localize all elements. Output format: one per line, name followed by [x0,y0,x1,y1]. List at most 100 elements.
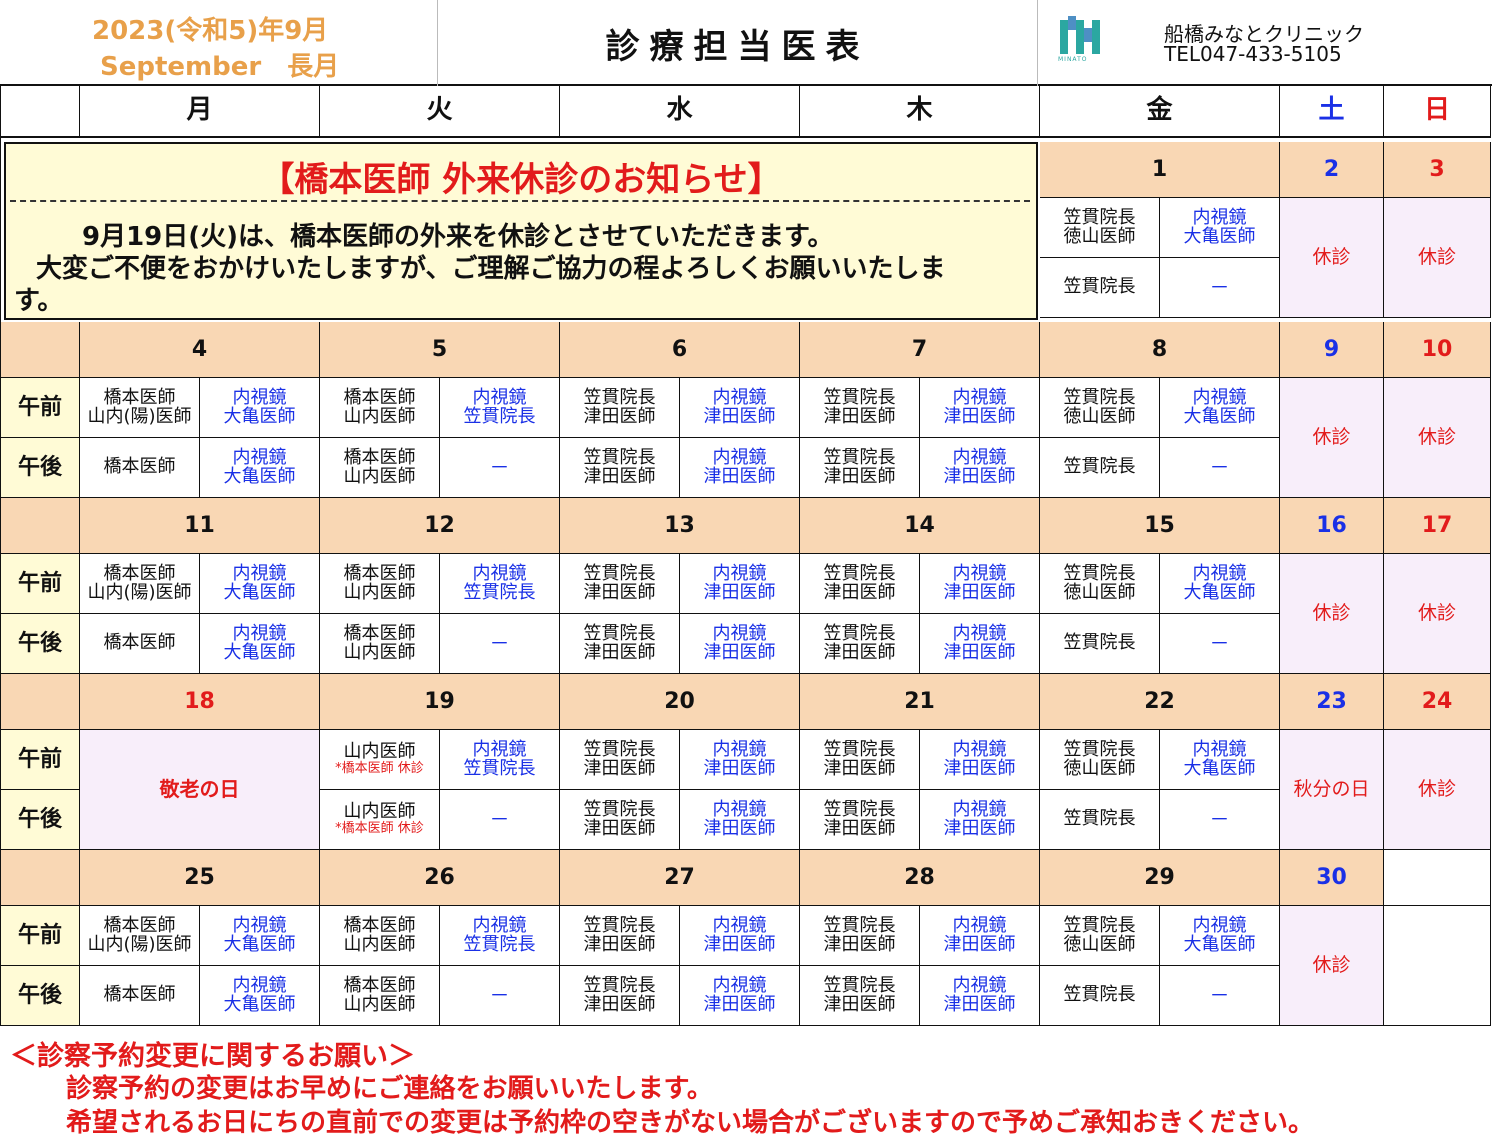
day-number-cell: 16 [1280,498,1384,554]
doctor-name-line: 笠貫院長 [583,386,656,408]
day-number: 21 [904,688,935,714]
doctor-name: 笠貫院長 [1063,276,1136,298]
day-number-cell: 20 [560,674,800,730]
notice-box: 【橋本医師 外来休診のお知らせ】 9月19日(火)は、橋本医師の外来を休診とさせ… [4,142,1038,320]
schedule-cell: 笠貫院長 [1040,438,1160,498]
schedule-cell: 笠貫院長 [1040,966,1160,1026]
schedule-cell: 橋本医師 山内医師 [320,554,440,614]
doctor-name-line: 津田医師 [583,465,656,487]
am-label-cell: 午前 [1,730,80,790]
doctor-name-line: 内視鏡 [232,622,287,644]
day-number: 8 [1151,336,1168,362]
doctor-name-line: 笠貫院長 [583,914,656,936]
week-corner-cell [1,674,80,730]
closed-cell: 休診 [1280,554,1384,674]
doctor-name-line: 津田医師 [823,817,896,839]
doctor-name-line: 大亀医師 [1183,405,1256,427]
day-number-cell: 21 [800,674,1040,730]
doctor-name-line: 内視鏡 [232,914,287,936]
doctor-name-lines: 内視鏡 津田医師 [704,448,776,487]
schedule-cell: 内視鏡 津田医師 [680,906,800,966]
doctor-name-line: 笠貫院長 [583,622,656,644]
schedule-cell: 内視鏡 津田医師 [920,614,1040,674]
day-number: 18 [184,688,215,714]
doctor-name-line: 津田医師 [703,641,776,663]
doctor-name-dash: － [489,807,510,831]
doctor-name: 笠貫院長 [1063,808,1136,830]
doctor-name-lines: 笠貫院長 津田医師 [583,914,656,955]
doctor-name-line: 橋本医師 [343,446,416,468]
doctor-name-line: 内視鏡 [472,386,527,408]
day-number-cell [1384,850,1491,906]
schedule-cell: 橋本医師 山内(陽)医師 [80,378,200,438]
closed-cell: 休診 [1384,554,1491,674]
doctor-name-line: 大亀医師 [223,933,296,955]
footer-note: ＜診察予約変更に関するお願い＞ 診察予約の変更はお早めにご連絡をお願いいたします… [0,1028,1492,1142]
schedule-cell: － [1160,438,1280,498]
doctor-name-line: 笠貫院長 [583,798,656,820]
schedule-cell: 内視鏡 津田医師 [680,614,800,674]
doctor-name-line: 内視鏡 [952,798,1007,820]
doctor-name-lines: 内視鏡 大亀医師 [1183,388,1256,427]
schedule-cell: 内視鏡 笠貫院長 [440,730,560,790]
doctor-name-lines: 笠貫院長 徳山医師 [1064,388,1136,427]
day-number: 25 [184,864,215,890]
doctor-name-lines: 橋本医師 山内医師 [344,624,416,663]
footer-line-1: 診察予約の変更はお早めにご連絡をお願いいたします。 [66,1074,713,1104]
day-number: 27 [664,864,695,890]
schedule-cell: － [1160,790,1280,850]
day-number: 9 [1323,336,1340,362]
schedule-cell: 笠貫院長 徳山医師 [1040,198,1160,258]
closed-label: 休診 [1417,601,1456,624]
doctor-name-dash: － [489,983,510,1007]
doctor-name-lines: 内視鏡 津田医師 [944,798,1016,839]
date-line-1: 2023(令和5)年9月 [92,16,329,46]
closed-cell: 休診 [1384,198,1491,318]
doctor-name-lines: 笠貫院長 津田医師 [823,800,896,839]
schedule-cell: － [440,966,560,1026]
day-number-cell: 24 [1384,674,1491,730]
doctor-name-line: 笠貫院長 [1063,206,1136,228]
schedule-cell: 笠貫院長 津田医師 [560,378,680,438]
day-number-cell: 22 [1040,674,1280,730]
doctor-name-line: 大亀医師 [1183,225,1256,247]
schedule-cell: 山内医師 *橋本医師 休診 [320,790,440,850]
doctor-name-line: 津田医師 [823,405,896,427]
doctor-name-lines: 内視鏡 津田医師 [944,388,1016,427]
day-number-cell: 6 [560,322,800,378]
doctor-name-lines: 内視鏡 大亀医師 [224,976,296,1015]
doctor-name-line: 笠貫院長 [823,914,896,936]
doctor-name-line: 笠貫院長 [583,738,656,760]
schedule-cell: 山内医師 *橋本医師 休診 [320,730,440,790]
doctor-name-lines: 内視鏡 津田医師 [704,562,776,603]
doctor-name-lines: 橋本医師 山内医師 [343,446,416,487]
doctor-name-line: 内視鏡 [712,738,767,760]
schedule-cell: 笠貫院長 津田医師 [560,554,680,614]
day-number-cell: 12 [320,498,560,554]
doctor-name-line: 笠貫院長 [823,622,896,644]
doctor-name-line: 徳山医師 [1063,581,1136,603]
schedule-cell: 内視鏡 津田医師 [920,438,1040,498]
doctor-name-line: 津田医師 [823,933,896,955]
am-label: 午前 [17,746,62,772]
doctor-name-dash: － [1209,983,1230,1007]
day-number: 29 [1144,864,1175,890]
doctor-name-lines: 笠貫院長 津田医師 [824,740,896,779]
doctor-name-line: 笠貫院長 [463,757,536,779]
doctor-name-lines: 橋本医師 山内医師 [344,976,416,1015]
doctor-name-lines: 笠貫院長 津田医師 [583,798,656,839]
schedule-cell: 笠貫院長 徳山医師 [1040,378,1160,438]
closed-cell: 休診 [1280,198,1384,318]
day-number-cell: 13 [560,498,800,554]
doctor-name-line: 内視鏡 [712,562,767,584]
doctor-name-lines: 笠貫院長 徳山医師 [1064,740,1136,779]
doctor-name-line: 内視鏡 [712,798,767,820]
doctor-name-line: 山内医師 [343,801,416,823]
day-number-cell: 9 [1280,322,1384,378]
doctor-name-lines: 内視鏡 大亀医師 [1184,564,1256,603]
doctor-name-dash: － [1209,631,1230,655]
day-number: 28 [904,864,935,890]
am-label: 午前 [17,922,62,948]
schedule-cell: 内視鏡 大亀医師 [200,906,320,966]
holiday-cell: 敬老の日 [80,730,320,850]
